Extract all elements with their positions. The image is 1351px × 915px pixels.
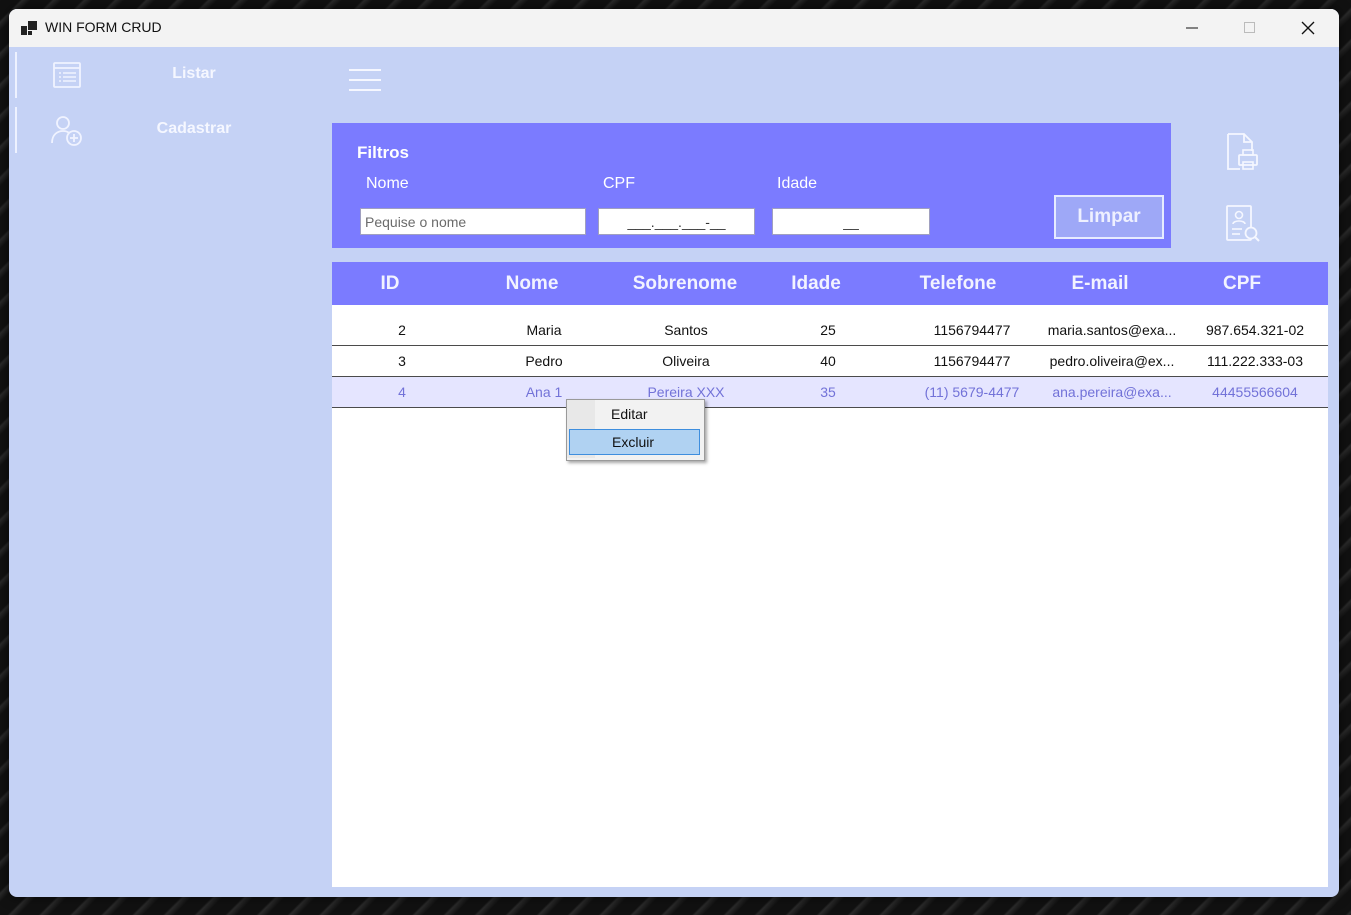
print-report-icon[interactable]: [1222, 131, 1262, 173]
sidebar-active-bar: [15, 52, 17, 98]
cell-sobrenome: Oliveira: [662, 353, 710, 369]
add-user-icon: [51, 116, 82, 146]
cell-cpf: 111.222.333-03: [1206, 353, 1303, 369]
menu-item-edit[interactable]: Editar: [569, 402, 700, 428]
table-row-selected[interactable]: 4 Ana 1 Pereira XXX 35 (11) 5679-4477 an…: [332, 377, 1328, 408]
idade-label: Idade: [777, 175, 818, 192]
filter-panel: Filtros Nome CPF Idade Limpar: [332, 123, 1171, 248]
close-button[interactable]: [1279, 9, 1337, 47]
cell-idade: 35: [820, 384, 836, 400]
app-window: WIN FORM CRUD Listar Cadastrar Filtros N…: [9, 9, 1339, 897]
cell-sobrenome: Santos: [664, 322, 708, 338]
idade-masked-input[interactable]: [772, 208, 930, 235]
cell-cpf: 44455566604: [1212, 384, 1298, 400]
maximize-icon: [1244, 22, 1255, 33]
cell-email: pedro.oliveira@ex...: [1049, 353, 1175, 369]
cpf-masked-input[interactable]: [598, 208, 755, 235]
cell-cpf: 987.654.321-02: [1205, 322, 1305, 338]
table-row[interactable]: 2 Maria Santos 25 1156794477 maria.santo…: [332, 315, 1328, 346]
cell-id: 2: [398, 322, 406, 338]
nome-label: Nome: [366, 175, 409, 192]
cell-nome: Maria: [526, 322, 562, 338]
cell-email: maria.santos@exa...: [1047, 322, 1177, 338]
column-header-nome[interactable]: Nome: [460, 262, 604, 305]
sidebar-active-bar: [15, 107, 17, 153]
column-header-telefone[interactable]: Telefone: [888, 262, 1028, 305]
cell-email: ana.pereira@exa...: [1052, 384, 1172, 400]
maximize-button[interactable]: [1221, 9, 1279, 47]
column-header-idade[interactable]: Idade: [758, 262, 874, 305]
cpf-label: CPF: [603, 175, 635, 192]
app-icon: [21, 21, 37, 35]
column-header-email[interactable]: E-mail: [1032, 262, 1168, 305]
minimize-icon: [1186, 27, 1198, 29]
filter-title: Filtros: [357, 143, 409, 162]
hamburger-menu-icon[interactable]: [348, 66, 382, 96]
cell-id: 3: [398, 353, 406, 369]
close-icon: [1301, 21, 1315, 35]
title-bar: WIN FORM CRUD: [9, 9, 1339, 47]
cell-id: 4: [398, 384, 406, 400]
cell-telefone: (11) 5679-4477: [924, 384, 1020, 400]
column-header-sobrenome[interactable]: Sobrenome: [614, 262, 756, 305]
minimize-button[interactable]: [1163, 9, 1221, 47]
cell-idade: 40: [820, 353, 836, 369]
column-header-id[interactable]: ID: [332, 262, 448, 305]
column-header-cpf[interactable]: CPF: [1178, 262, 1306, 305]
table-row[interactable]: 3 Pedro Oliveira 40 1156794477 pedro.oli…: [332, 346, 1328, 377]
clear-button[interactable]: Limpar: [1054, 195, 1164, 239]
cell-telefone: 1156794477: [933, 322, 1011, 338]
cell-telefone: 1156794477: [933, 353, 1011, 369]
data-grid[interactable]: ID Nome Sobrenome Idade Telefone E-mail …: [332, 262, 1328, 887]
sidebar-item-listar[interactable]: Listar: [9, 52, 319, 98]
window-title: WIN FORM CRUD: [45, 19, 162, 35]
sidebar-item-label: Cadastrar: [156, 120, 232, 137]
cell-nome: Pedro: [525, 353, 563, 369]
sidebar-item-label: Listar: [172, 65, 216, 82]
grid-header: ID Nome Sobrenome Idade Telefone E-mail …: [332, 262, 1328, 305]
sidebar-item-cadastrar[interactable]: Cadastrar: [9, 107, 319, 153]
search-user-icon[interactable]: [1222, 203, 1262, 245]
cell-idade: 25: [820, 322, 836, 338]
list-icon: [53, 62, 81, 88]
context-menu: Editar Excluir: [566, 399, 705, 461]
nome-search-input[interactable]: [360, 208, 586, 235]
menu-item-delete[interactable]: Excluir: [569, 429, 700, 455]
